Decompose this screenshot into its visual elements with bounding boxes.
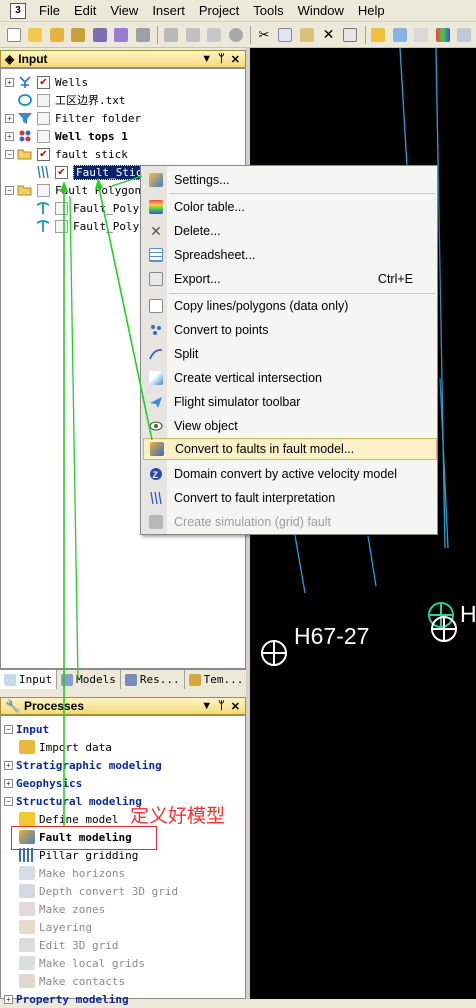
arrow-head-icon (95, 178, 103, 190)
guide-line (111, 175, 143, 187)
arrow-head-icon (60, 181, 68, 192)
guide-line (97, 182, 153, 441)
guide-line (69, 195, 79, 681)
guide-arrows-overlay (60, 175, 153, 826)
